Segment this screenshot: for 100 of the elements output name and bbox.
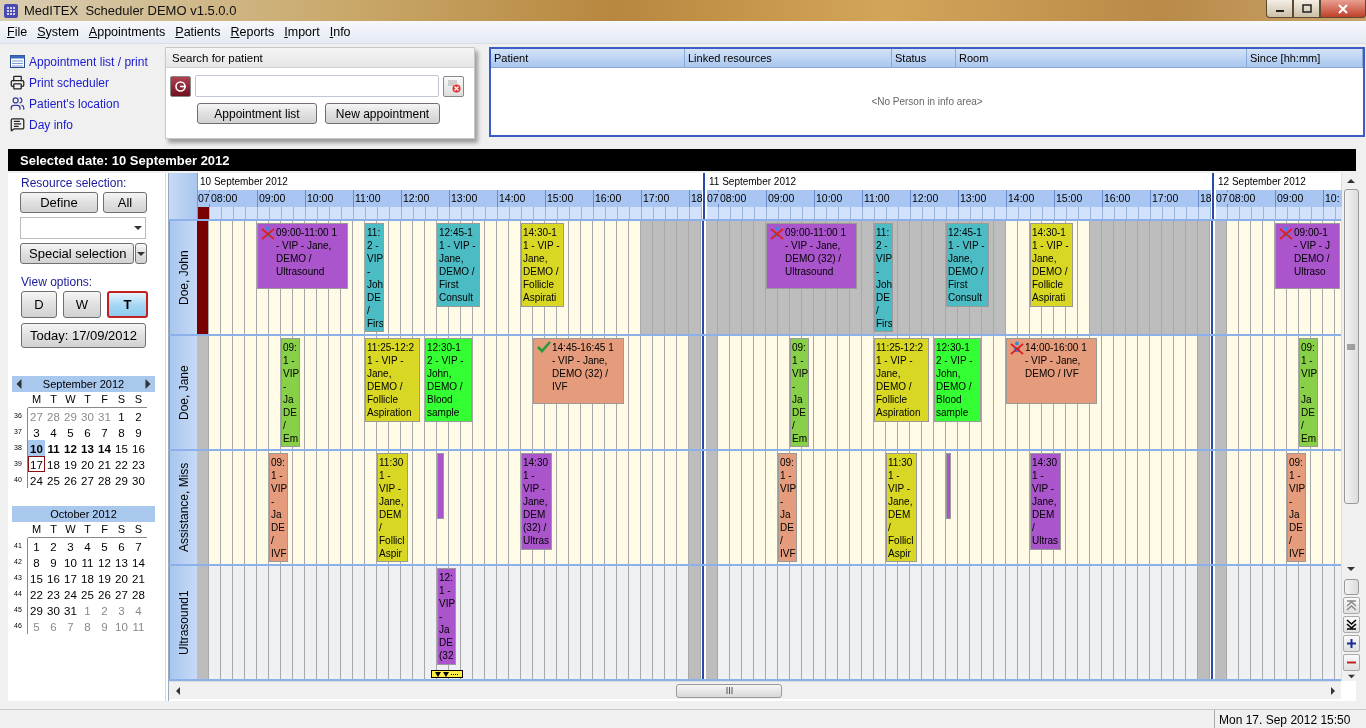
calendar-day[interactable]: 14 [130, 554, 147, 570]
calendar-day[interactable]: 8 [113, 424, 130, 440]
appointment-block[interactable]: 09:00-1 - VIP - J DEMO / Ultraso [1275, 223, 1340, 289]
menu-item[interactable]: Import [279, 25, 325, 39]
today-button[interactable]: Today: 17/09/2012 [21, 323, 146, 348]
menu-item[interactable]: Reports [225, 25, 280, 39]
calendar-day[interactable]: 8 [79, 618, 96, 634]
calendar-day[interactable]: 7 [62, 618, 79, 634]
close-button[interactable] [1320, 0, 1366, 18]
calendar-day[interactable]: 23 [130, 456, 147, 472]
calendar-day[interactable]: 19 [96, 570, 113, 586]
resource-button[interactable]: All [103, 192, 147, 213]
previous-month-button[interactable] [14, 376, 24, 392]
quick-link[interactable]: Print scheduler [29, 75, 110, 90]
search-field[interactable] [195, 75, 439, 97]
calendar-day[interactable]: 15 [113, 440, 130, 456]
appointment-block[interactable]: 09: 1 - VIP - Ja DE / Em [281, 338, 300, 447]
calendar-day[interactable]: 22 [28, 586, 45, 602]
calendar-day[interactable]: 6 [113, 538, 130, 554]
quick-link[interactable]: Day info [29, 117, 74, 132]
calendar-day[interactable]: 2 [96, 602, 113, 618]
calendar-day[interactable]: 29 [62, 408, 79, 424]
appointment-block[interactable]: 14:00-16:00 1 - VIP - Jane, DEMO / IVF [1006, 338, 1097, 404]
calendar-day[interactable]: 6 [79, 424, 96, 440]
calendar-day[interactable]: 29 [28, 602, 45, 618]
calendar-day[interactable]: 13 [113, 554, 130, 570]
calendar-day[interactable]: 25 [79, 586, 96, 602]
calendar-day[interactable]: 12 [62, 440, 79, 456]
appointment-block[interactable]: 11: 2 - VIP - Joh DE / Firs [365, 223, 384, 332]
appointment-block[interactable]: 11:30 1 - VIP - Jane, DEM / Follicl Aspir [377, 453, 408, 562]
menu-item[interactable]: System [32, 25, 84, 39]
calendar-day[interactable]: 11 [130, 618, 147, 634]
calendar-day[interactable]: 9 [45, 554, 62, 570]
calendar-day[interactable]: 18 [79, 570, 96, 586]
zoom-in-button[interactable] [1342, 635, 1360, 652]
scroll-thumb[interactable] [676, 683, 782, 698]
calendar-day[interactable]: 27 [113, 586, 130, 602]
menu-item[interactable]: Info [324, 25, 356, 39]
calendar-day[interactable]: 13 [79, 440, 96, 456]
appointment-block[interactable]: 11: 2 - VIP - Joh DE / Firs [874, 223, 893, 332]
appointment-block[interactable]: 14:30-1 1 - VIP - Jane, DEMO / Follicle Aspirati [1030, 223, 1073, 307]
calendar-day[interactable]: 16 [130, 440, 147, 456]
clear-button[interactable] [443, 75, 464, 97]
calendar-day[interactable]: 5 [62, 424, 79, 440]
appointment-block[interactable]: 11:30 1 - VIP - Jane, DEM / Follicl Aspir [886, 453, 917, 562]
calendar-day[interactable]: 17 [28, 456, 45, 472]
appointment-block[interactable]: 09: 1 - VIP - Ja DE / Em [790, 338, 809, 447]
calendar-day[interactable]: 30 [45, 602, 62, 618]
calendar-day[interactable]: 17 [62, 570, 79, 586]
maximize-button[interactable] [1293, 0, 1320, 18]
appointment-block[interactable]: 14:30 1 - VIP - Jane, DEM (32) / Ultras [521, 453, 552, 550]
action-button[interactable]: Appointment list [197, 103, 317, 124]
minimize-button[interactable] [1266, 0, 1293, 18]
calendar-day[interactable]: 2 [45, 538, 62, 554]
calendar-day[interactable]: 10 [62, 554, 79, 570]
calendar-day[interactable]: 3 [62, 538, 79, 554]
calendar-day[interactable]: 28 [45, 408, 62, 424]
special-selection-button[interactable]: Special selection [20, 243, 134, 264]
appointment-block[interactable]: 09:00-11:00 1 - VIP - Jane, DEMO / Ultrasound [257, 223, 348, 289]
calendar-day[interactable]: 10 [28, 440, 45, 456]
calendar-day[interactable]: 5 [28, 618, 45, 634]
search-button[interactable] [170, 75, 191, 97]
quick-link[interactable]: Appointment list / print [29, 54, 148, 69]
appointment-block[interactable]: 09: 1 - VIP - Ja DE / IVF [778, 453, 797, 562]
calendar-day[interactable]: 25 [45, 472, 62, 488]
appointment-block[interactable]: 14:30-1 1 - VIP - Jane, DEMO / Follicle Aspirati [521, 223, 564, 307]
calendar-day[interactable]: 21 [130, 570, 147, 586]
action-button[interactable]: New appointment [325, 103, 440, 124]
appointment-block[interactable]: 09:00-11:00 1 - VIP - Jane, DEMO (32) / Ultrasound [766, 223, 857, 289]
calendar-day[interactable]: 22 [113, 456, 130, 472]
calendar-day[interactable]: 31 [62, 602, 79, 618]
horizontal-scrollbar[interactable] [169, 681, 1341, 699]
appointment-block[interactable]: 12: 1 - VIP - Ja DE (32 [437, 568, 456, 665]
calendar-day[interactable]: 6 [45, 618, 62, 634]
calendar-day[interactable]: 24 [28, 472, 45, 488]
calendar-day[interactable]: 16 [45, 570, 62, 586]
calendar-day[interactable]: 9 [130, 424, 147, 440]
calendar-day[interactable]: 1 [28, 538, 45, 554]
calendar-day[interactable]: 28 [96, 472, 113, 488]
dropdown-button[interactable] [135, 243, 147, 264]
view-button[interactable]: W [63, 291, 101, 318]
calendar-day[interactable]: 27 [28, 408, 45, 424]
calendar-day[interactable]: 1 [113, 408, 130, 424]
vertical-scrollbar[interactable] [1341, 173, 1360, 681]
calendar-day[interactable]: 4 [45, 424, 62, 440]
menu-item[interactable]: Appointments [83, 25, 171, 39]
menu-item[interactable]: File [2, 25, 33, 39]
appointment-block[interactable]: 11:25-12:2 1 - VIP - Jane, DEMO / Follicle Aspiration [365, 338, 420, 422]
calendar-day[interactable]: 8 [28, 554, 45, 570]
zoom-out-button[interactable] [1342, 654, 1360, 671]
resource-button[interactable]: Define [20, 192, 98, 213]
calendar-day[interactable]: 3 [113, 602, 130, 618]
calendar-day[interactable]: 2 [130, 408, 147, 424]
appointment-block[interactable]: 09: 1 - VIP - Ja DE / IVF [1287, 453, 1306, 562]
appointment-block[interactable]: 12:30-1 2 - VIP - John, DEMO / Blood sample [934, 338, 981, 422]
appointment-block[interactable]: 09: 1 - VIP - Ja DE / Em [1299, 338, 1318, 447]
appointment-block[interactable]: 12:45-1 1 - VIP - Jane, DEMO / First Consult [946, 223, 989, 307]
calendar-day[interactable]: 26 [96, 586, 113, 602]
calendar-day[interactable]: 9 [96, 618, 113, 634]
calendar-day[interactable]: 14 [96, 440, 113, 456]
